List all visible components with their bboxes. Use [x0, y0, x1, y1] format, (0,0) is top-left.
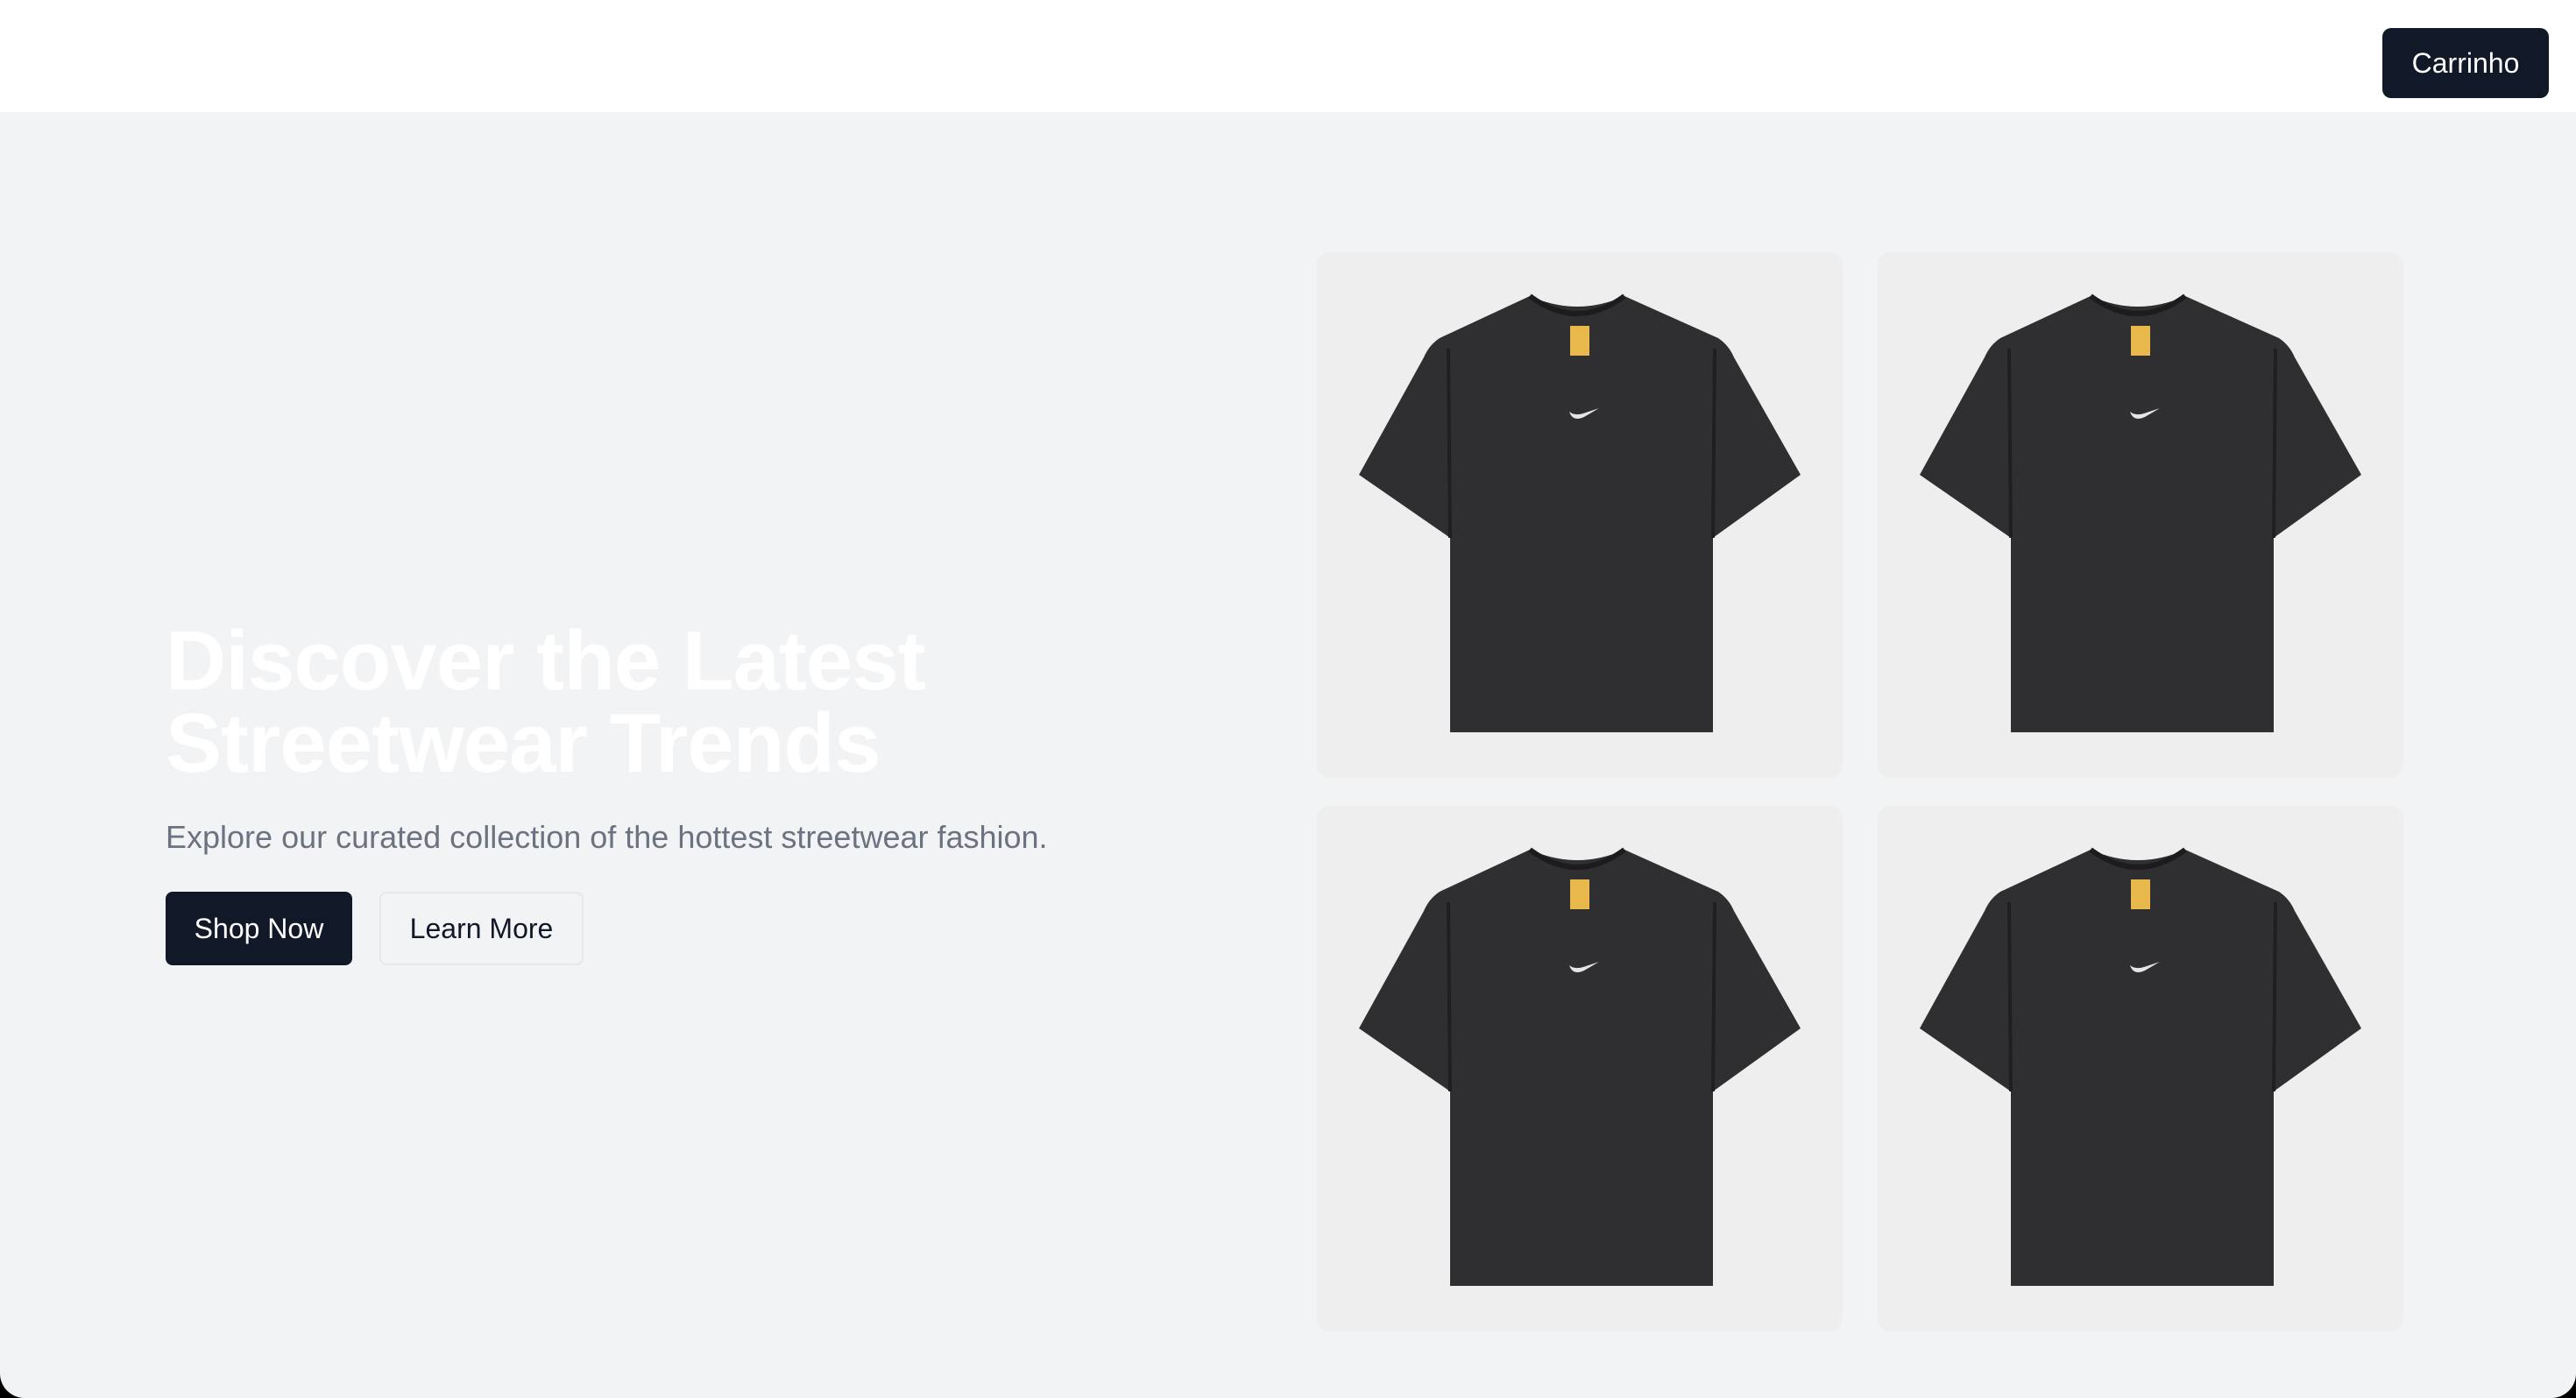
hero-subtitle: Explore our curated collection of the ho…	[166, 819, 1048, 855]
tshirt-shape	[1359, 296, 1801, 732]
tshirt-seam	[1447, 348, 1452, 539]
tshirt-seam	[2272, 901, 2277, 1092]
tshirt-image	[1359, 293, 1801, 732]
neck-label	[1570, 326, 1589, 356]
tshirt-image	[1920, 293, 2361, 732]
hero-title: Discover the Latest Streetwear Trends	[166, 614, 926, 790]
tshirt-seam	[2007, 348, 2013, 539]
tshirt-image	[1359, 847, 1801, 1286]
tshirt-seam	[1711, 901, 1716, 1092]
learn-more-button[interactable]: Learn More	[379, 892, 584, 965]
shop-now-button[interactable]: Shop Now	[166, 892, 352, 965]
page: Carrinho Discover the Latest Streetwear …	[0, 0, 2576, 1398]
hero-section: Discover the Latest Streetwear Trends Ex…	[0, 112, 2576, 1398]
neck-label	[2131, 326, 2150, 356]
cart-button[interactable]: Carrinho	[2382, 28, 2549, 98]
product-card[interactable]	[1878, 252, 2403, 778]
top-navbar: Carrinho	[0, 0, 2576, 112]
tshirt-seam	[1447, 901, 1452, 1092]
tshirt-shape	[1359, 850, 1801, 1286]
tshirt-seam	[1711, 348, 1716, 539]
product-card[interactable]	[1317, 252, 1843, 778]
product-card[interactable]	[1317, 806, 1843, 1331]
neck-label	[1570, 879, 1589, 909]
tshirt-shape	[1920, 296, 2361, 732]
tshirt-image	[1920, 847, 2361, 1286]
tshirt-seam	[2007, 901, 2013, 1092]
neck-label	[2131, 879, 2150, 909]
product-card[interactable]	[1878, 806, 2403, 1331]
tshirt-seam	[2272, 348, 2277, 539]
product-grid	[1317, 252, 2403, 1331]
tshirt-shape	[1920, 850, 2361, 1286]
